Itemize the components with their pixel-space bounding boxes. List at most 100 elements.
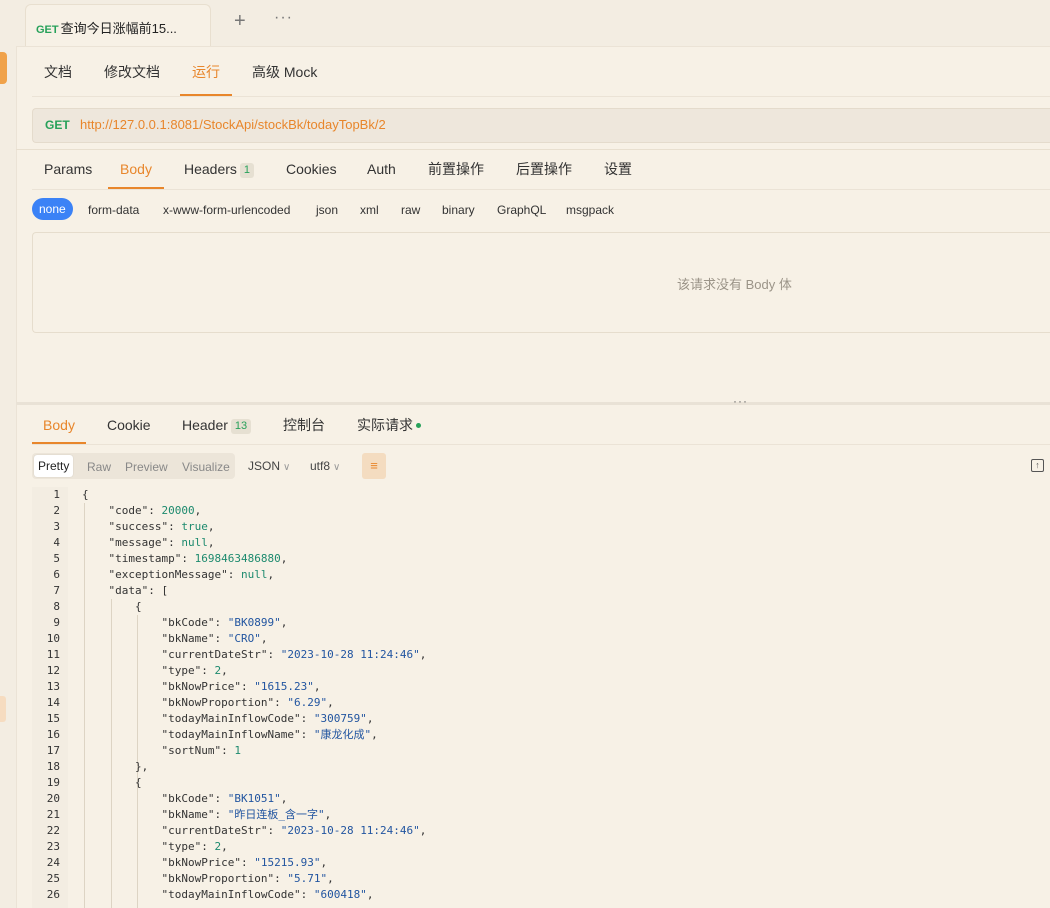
- json-key: "bkNowProportion": [161, 872, 275, 885]
- json-key: "data": [108, 584, 149, 597]
- code-text: "bkNowProportion": "5.71",: [162, 871, 334, 887]
- json-punctuation: :: [168, 520, 182, 533]
- json-punctuation: :: [267, 824, 281, 837]
- body-type-graphql[interactable]: GraphQL: [497, 203, 546, 217]
- url-input[interactable]: http://127.0.0.1:8081/StockApi/stockBk/t…: [80, 117, 386, 132]
- format-select[interactable]: JSON ∨: [248, 459, 290, 473]
- json-punctuation: ,: [280, 552, 288, 565]
- body-type-form-data[interactable]: form-data: [88, 203, 139, 217]
- body-type-json[interactable]: json: [316, 203, 338, 217]
- tab-params[interactable]: Params: [44, 150, 92, 187]
- resp-tab-body[interactable]: Body: [32, 405, 86, 444]
- tab-auth[interactable]: Auth: [367, 150, 396, 187]
- body-type-msgpack[interactable]: msgpack: [566, 203, 614, 217]
- code-text: "bkCode": "BK1051",: [162, 791, 288, 807]
- response-code-viewer[interactable]: 1{2 "code": 20000, 3 "success": true, 4 "mess…: [32, 487, 1050, 908]
- view-mode-raw[interactable]: Raw: [87, 460, 111, 474]
- json-punctuation: ,: [313, 680, 321, 693]
- json-key: "timestamp": [108, 552, 182, 565]
- view-mode-visualize[interactable]: Visualize: [182, 460, 230, 474]
- json-punctuation: ,: [327, 696, 334, 709]
- response-tabs: Body Cookie Header 13 控制台 实际请求: [32, 405, 1050, 445]
- json-punctuation: ,: [260, 632, 268, 645]
- header-count-badge: 13: [230, 419, 252, 434]
- line-number: 3: [53, 520, 60, 533]
- tab-pre-processors[interactable]: 前置操作: [428, 150, 484, 187]
- body-type-raw[interactable]: raw: [401, 203, 420, 217]
- json-punctuation: :: [148, 504, 162, 517]
- json-string-value: "600418": [313, 888, 367, 901]
- line-number: 22: [46, 824, 60, 837]
- json-punctuation: ,: [280, 616, 288, 629]
- body-type-binary[interactable]: binary: [442, 203, 475, 217]
- json-literal-value: true: [181, 520, 208, 533]
- json-punctuation: :: [300, 712, 314, 725]
- new-tab-plus-icon[interactable]: +: [234, 10, 246, 33]
- tab-body[interactable]: Body: [108, 150, 164, 189]
- active-indicator[interactable]: [0, 52, 7, 84]
- status-dot-icon: [416, 423, 421, 428]
- json-punctuation: {: [135, 776, 142, 789]
- tab-settings[interactable]: 设置: [604, 150, 632, 187]
- line-number: 10: [46, 632, 60, 645]
- json-key: "type": [161, 840, 202, 853]
- json-punctuation: :: [300, 728, 314, 741]
- url-bar[interactable]: GET http://127.0.0.1:8081/StockApi/stock…: [32, 108, 1050, 143]
- code-line: 21 "bkName": "昨日连板_含一字",: [32, 807, 1050, 823]
- body-type-urlencoded[interactable]: x-www-form-urlencoded: [163, 203, 290, 217]
- resp-tab-cookie[interactable]: Cookie: [107, 405, 151, 442]
- code-line: 13 "bkNowPrice": "1615.23",: [32, 679, 1050, 695]
- code-line: 23 "type": 2,: [32, 839, 1050, 855]
- word-wrap-button[interactable]: ≡: [362, 453, 386, 479]
- more-tabs-icon[interactable]: ···: [274, 9, 293, 27]
- code-line: 4 "message": null,: [32, 535, 1050, 551]
- tab-headers[interactable]: Headers 1: [184, 150, 255, 187]
- line-number: 16: [46, 728, 60, 741]
- json-punctuation: ,: [366, 712, 374, 725]
- code-line: 22 "currentDateStr": "2023-10-28 11:24:46…: [32, 823, 1050, 839]
- json-key: "exceptionMessage": [108, 568, 228, 581]
- code-line: 6 "exceptionMessage": null,: [32, 567, 1050, 583]
- request-tab[interactable]: GET 查询今日涨幅前15...: [25, 4, 211, 46]
- code-text: {: [135, 775, 142, 791]
- json-punctuation: },: [135, 760, 149, 773]
- code-line: 14 "bkNowProportion": "6.29",: [32, 695, 1050, 711]
- code-line: 25 "bkNowProportion": "5.71",: [32, 871, 1050, 887]
- subnav-edit-docs[interactable]: 修改文档: [104, 46, 160, 94]
- tab-post-processors[interactable]: 后置操作: [516, 150, 572, 187]
- code-line: 8{: [32, 599, 1050, 615]
- encoding-select[interactable]: utf8 ∨: [310, 459, 340, 473]
- line-number: 21: [46, 808, 60, 821]
- code-text: {: [82, 487, 89, 503]
- json-key: "currentDateStr": [161, 824, 268, 837]
- line-number: 23: [46, 840, 60, 853]
- body-type-xml[interactable]: xml: [360, 203, 379, 217]
- headers-count-badge: 1: [239, 163, 255, 178]
- json-literal-value: 1698463486880: [194, 552, 281, 565]
- code-text: "data": [: [109, 583, 169, 599]
- subnav-run[interactable]: 运行: [180, 46, 232, 96]
- view-mode-preview[interactable]: Preview: [125, 460, 168, 474]
- body-type-none[interactable]: none: [32, 198, 73, 220]
- code-line: 5 "timestamp": 1698463486880,: [32, 551, 1050, 567]
- tab-cookies[interactable]: Cookies: [286, 150, 337, 187]
- subnav-advanced-mock[interactable]: 高级 Mock: [252, 46, 317, 94]
- json-punctuation: :: [201, 664, 215, 677]
- json-punctuation: :: [240, 856, 255, 869]
- code-line: 11 "currentDateStr": "2023-10-28 11:24:46…: [32, 647, 1050, 663]
- json-punctuation: :: [168, 536, 182, 549]
- http-method[interactable]: GET: [45, 118, 70, 132]
- copy-icon[interactable]: ↑: [1031, 459, 1044, 472]
- json-key: "bkName": [161, 808, 215, 821]
- resp-tab-header-label: Header: [182, 417, 228, 433]
- resp-tab-actual-request[interactable]: 实际请求: [357, 405, 421, 442]
- resp-tab-console[interactable]: 控制台: [283, 405, 325, 442]
- line-number: 26: [46, 888, 60, 901]
- json-key: "success": [108, 520, 169, 533]
- json-key: "bkCode": [161, 792, 215, 805]
- view-mode-pretty[interactable]: Pretty: [34, 455, 74, 477]
- subnav-docs[interactable]: 文档: [44, 46, 72, 94]
- json-key: "todayMainInflowName": [161, 728, 301, 741]
- resp-tab-header[interactable]: Header 13: [182, 405, 252, 442]
- secondary-indicator[interactable]: [0, 696, 6, 722]
